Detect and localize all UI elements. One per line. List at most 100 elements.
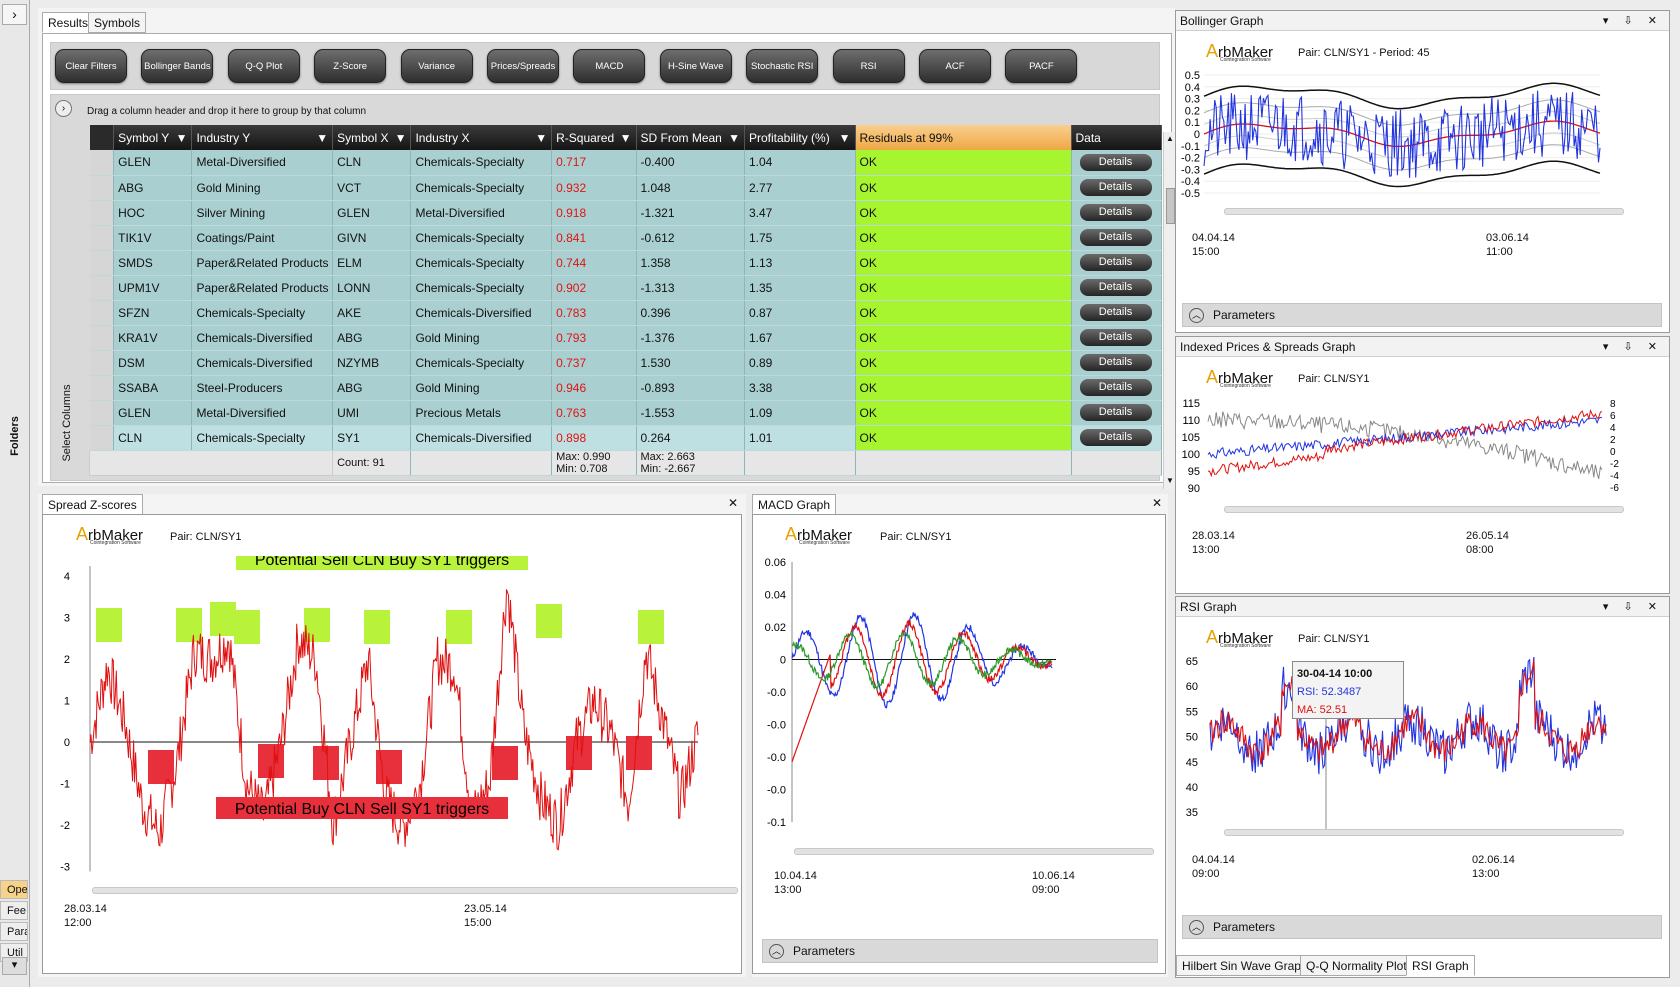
chart-scrollbar[interactable] (1224, 208, 1624, 215)
select-columns-label[interactable]: Select Columns (61, 373, 73, 473)
column-header[interactable]: Industry Y ▼ (191, 125, 334, 150)
sidebar-scroll-down[interactable]: ▾ (2, 957, 27, 975)
chart-scrollbar[interactable] (1224, 506, 1624, 513)
details-button[interactable]: Details (1079, 379, 1152, 396)
toolbar-button-stochastic-rsi[interactable]: Stochastic RSI (746, 49, 819, 83)
column-header[interactable]: Industry X ▼ (410, 125, 553, 150)
filter-icon[interactable]: ▼ (728, 131, 740, 145)
toolbar-button-z-score[interactable]: Z-Score (314, 49, 387, 83)
table-row[interactable]: CLN Chemicals-Specialty SY1 Chemicals-Diver… (89, 425, 1162, 451)
details-button[interactable]: Details (1079, 354, 1152, 371)
table-cell: SFZN (113, 300, 193, 326)
table-row[interactable]: TIK1V Coatings/Paint GIVN Chemicals-Special… (89, 225, 1162, 251)
close-icon[interactable]: ✕ (1152, 496, 1162, 510)
table-cell: GLEN (113, 150, 193, 176)
table-row[interactable]: DSM Chemicals-Diversified NZYMB Chemicals-S… (89, 350, 1162, 376)
chart-scrollbar[interactable] (794, 848, 1154, 855)
tab-results[interactable]: Results (42, 12, 95, 33)
chart-scrollbar[interactable] (1224, 829, 1624, 836)
table-row[interactable]: HOC Silver Mining GLEN Metal-Diversified 0.9… (89, 200, 1162, 226)
chart-scrollbar[interactable] (92, 887, 738, 894)
details-button[interactable]: Details (1079, 204, 1152, 221)
close-icon[interactable]: ✕ (728, 496, 738, 510)
table-row[interactable]: SFZN Chemicals-Specialty AKE Chemicals-Dive… (89, 300, 1162, 326)
column-header[interactable]: Symbol X ▼ (332, 125, 412, 150)
parameters-expander[interactable]: ︿ Parameters (1182, 303, 1662, 327)
details-button[interactable]: Details (1079, 329, 1152, 346)
toolbar-button-q-q-plot[interactable]: Q-Q Plot (227, 49, 300, 83)
bottom-tab-2[interactable]: RSI Graph (1406, 955, 1475, 976)
toolbar-button-clear-filters[interactable]: Clear Filters (55, 49, 127, 83)
toolbar-button-bollinger-bands[interactable]: Bollinger Bands (141, 49, 214, 83)
filter-icon[interactable]: ▼ (535, 131, 547, 145)
filter-icon[interactable]: ▼ (839, 131, 851, 145)
toolbar-button-acf[interactable]: ACF (919, 49, 991, 83)
table-cell: GIVN (332, 225, 412, 251)
column-header[interactable]: SD From Mean ▼ (636, 125, 745, 150)
details-button[interactable]: Details (1079, 254, 1152, 271)
details-button[interactable]: Details (1079, 153, 1152, 171)
scrollbar-thumb[interactable] (1166, 188, 1175, 224)
window-controls[interactable]: ▾ ⇩ ✕ (1603, 597, 1663, 617)
column-header[interactable]: Symbol Y ▼ (113, 125, 193, 150)
details-button[interactable]: Details (1079, 404, 1152, 421)
sidebar-tab-2[interactable]: Para (0, 922, 28, 941)
column-header[interactable]: R-Squared ▼ (551, 125, 637, 150)
table-row[interactable]: GLEN Metal-Diversified CLN Chemicals-Specia… (89, 150, 1162, 176)
sell-trigger-marker (96, 608, 122, 642)
y-tick: -1 (60, 779, 70, 791)
tab-symbols[interactable]: Symbols (88, 12, 147, 33)
filter-icon[interactable]: ▼ (316, 131, 328, 145)
column-header[interactable]: Data (1071, 125, 1162, 150)
column-header[interactable]: Profitability (%) ▼ (744, 125, 856, 150)
details-button[interactable]: Details (1079, 304, 1152, 321)
window-controls[interactable]: ▾ ⇩ ✕ (1603, 11, 1663, 31)
group-collapse-icon[interactable]: › (55, 100, 72, 117)
bottom-tab-0[interactable]: Hilbert Sin Wave Graph (1176, 955, 1314, 976)
table-row[interactable]: UPM1V Paper&Related Products LONN Chemicals… (89, 275, 1162, 301)
y-tick: 0.02 (765, 622, 786, 634)
toolbar-button-variance[interactable]: Variance (400, 49, 473, 83)
tab-spread-zscores[interactable]: Spread Z-scores (42, 494, 143, 515)
column-header[interactable]: Residuals at 99% (855, 125, 1072, 150)
toolbar-button-rsi[interactable]: RSI (832, 49, 905, 83)
details-button[interactable]: Details (1079, 229, 1152, 246)
table-cell: 0.898 (551, 425, 637, 451)
toolbar-button-h-sine-wave[interactable]: H-Sine Wave (659, 49, 732, 83)
parameters-expander[interactable]: ︿ Parameters (762, 939, 1158, 963)
y-tick: 60 (1186, 681, 1198, 693)
y-tick: -3 (60, 862, 70, 874)
folders-label[interactable]: Folders (9, 411, 21, 461)
filter-icon[interactable]: ▼ (176, 131, 188, 145)
sidebar-expand-button[interactable]: › (2, 4, 27, 25)
indexed-series-2 (1207, 408, 1603, 478)
table-row[interactable]: KRA1V Chemicals-Diversified ABG Gold Mining… (89, 325, 1162, 351)
y-tick: 40 (1186, 782, 1198, 794)
bottom-tab-1[interactable]: Q-Q Normality Plot (1300, 955, 1413, 976)
toolbar-button-macd[interactable]: MACD (573, 49, 646, 83)
y-tick: 1 (64, 696, 70, 708)
sidebar-tab-1[interactable]: Fee (0, 901, 28, 920)
panel-title: RSI Graph ▾ ⇩ ✕ (1176, 597, 1669, 617)
toolbar-button-pacf[interactable]: PACF (1005, 49, 1078, 83)
y-tick-right: 6 (1610, 411, 1616, 422)
table-row[interactable]: ABG Gold Mining VCT Chemicals-Specialty 0.93… (89, 175, 1162, 201)
macd-panel: MACD Graph ✕ ArbMaker Cointegration Softw… (752, 494, 1168, 977)
toolbar-button-prices-spreads[interactable]: Prices/Spreads (487, 49, 559, 83)
table-cell: 1.530 (636, 350, 745, 376)
filter-icon[interactable]: ▼ (620, 131, 632, 145)
toolbar: Clear Filters Bollinger Bands Q-Q Plot Z-Sc… (50, 42, 1160, 90)
y-tick-right: 0 (1610, 447, 1616, 458)
details-button[interactable]: Details (1079, 179, 1152, 196)
filter-icon[interactable]: ▼ (395, 131, 407, 145)
table-row[interactable]: SMDS Paper&Related Products ELM Chemicals-S… (89, 250, 1162, 276)
details-button[interactable]: Details (1079, 429, 1152, 446)
tab-macd[interactable]: MACD Graph (752, 494, 837, 515)
details-button[interactable]: Details (1079, 279, 1152, 296)
parameters-expander[interactable]: ︿ Parameters (1182, 915, 1662, 939)
table-row[interactable]: GLEN Metal-Diversified UMI Precious Metals 0… (89, 400, 1162, 426)
window-controls[interactable]: ▾ ⇩ ✕ (1603, 337, 1663, 357)
sidebar-tab-0[interactable]: Ope (0, 880, 28, 899)
x-label-mid: 23.05.14 15:00 (464, 903, 507, 929)
table-row[interactable]: SSABA Steel-Producers ABG Gold Mining 0.946-… (89, 375, 1162, 401)
